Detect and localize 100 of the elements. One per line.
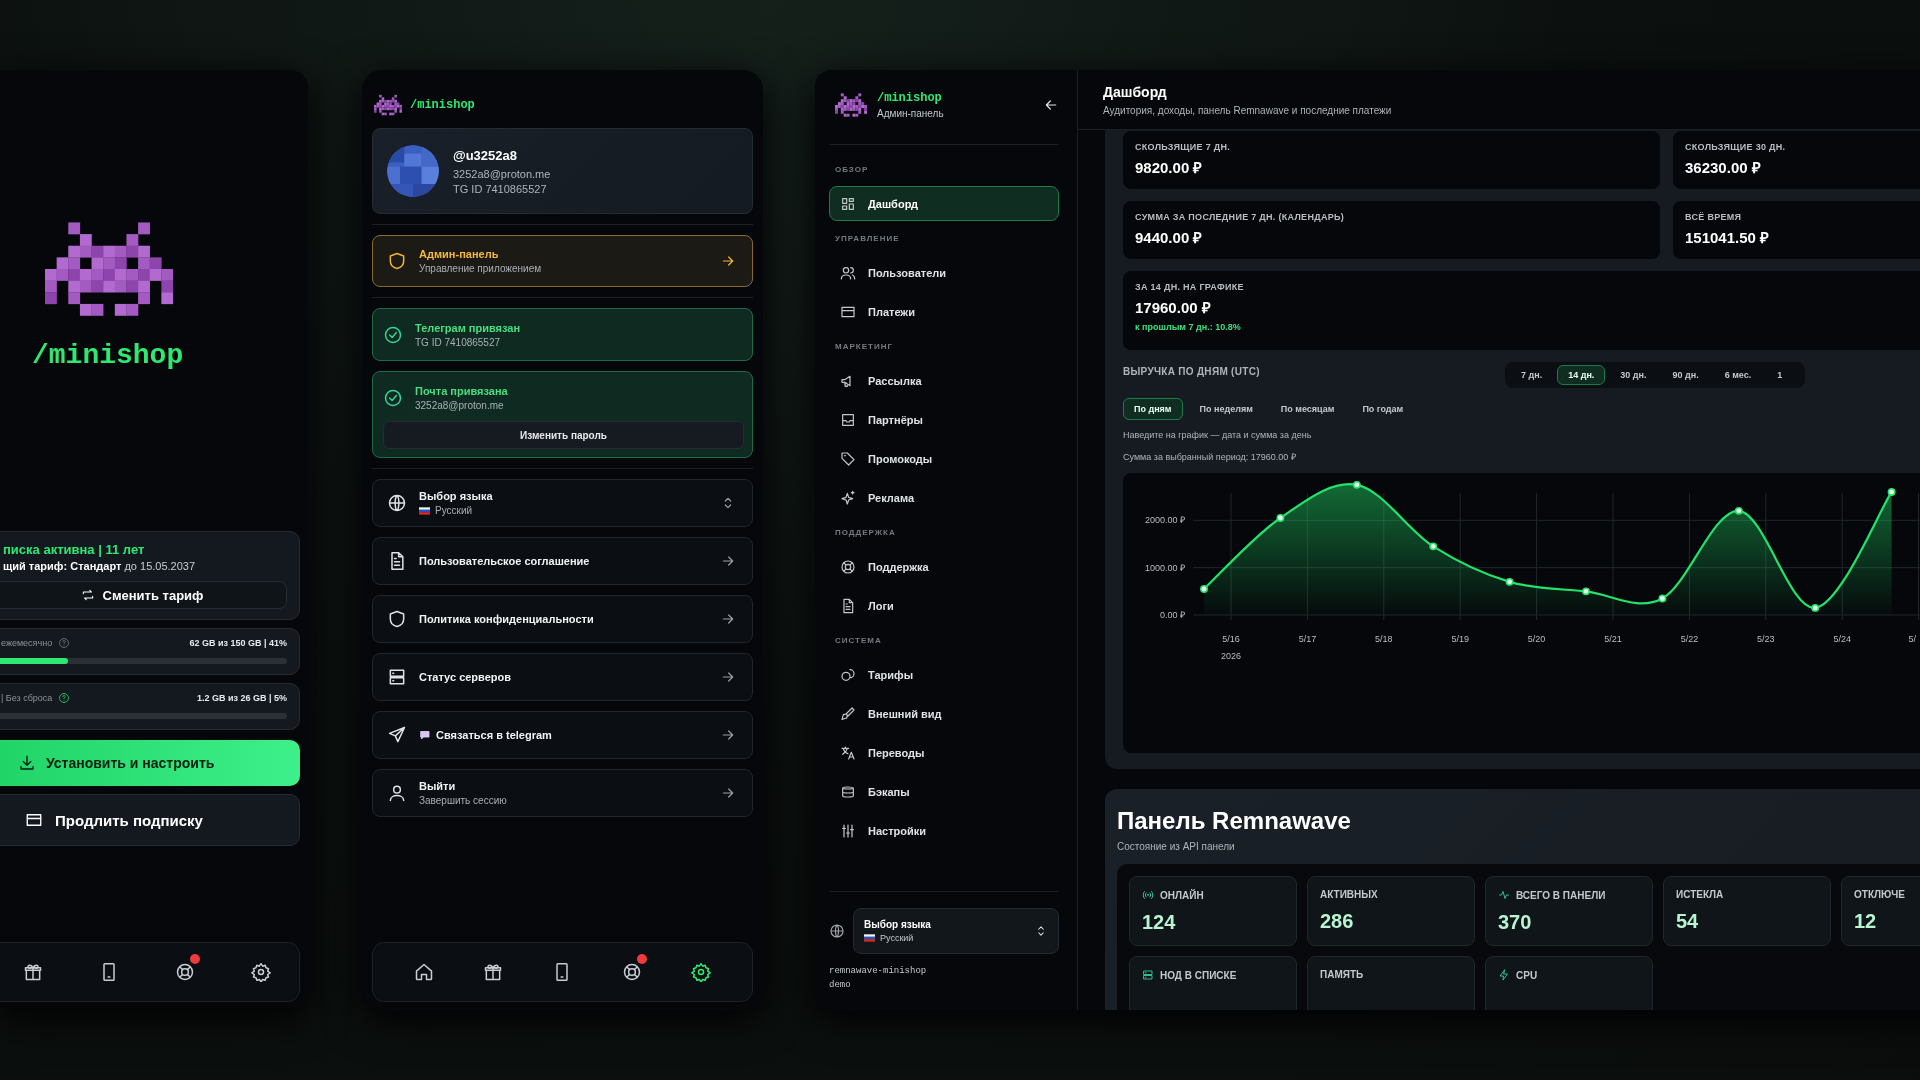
page-title: Дашборд bbox=[1103, 83, 1168, 100]
axis-label: 5/20 bbox=[1527, 634, 1546, 644]
period-tab[interactable]: 7 дн. bbox=[1510, 365, 1554, 385]
user-icon bbox=[387, 783, 407, 803]
home-icon[interactable] bbox=[413, 962, 434, 982]
traffic-label: ежемесячно bbox=[1, 638, 53, 648]
section-title: ВЫРУЧКА ПО ДНЯМ (UTC) bbox=[1123, 365, 1260, 377]
card-icon bbox=[25, 811, 43, 829]
settings-icon[interactable] bbox=[251, 962, 271, 982]
period-tab[interactable]: 14 дн. bbox=[1557, 365, 1606, 385]
sidebar-item[interactable]: Промокоды bbox=[829, 441, 1059, 476]
menu-item-title: Выбор языка bbox=[419, 490, 494, 502]
telegram-id: TG ID 7410865527 bbox=[453, 182, 548, 195]
stat-label: СКОЛЬЗЯЩИЕ 7 ДН. bbox=[1135, 142, 1232, 152]
traffic-reading: 62 GB из 150 GB | 41% bbox=[189, 638, 287, 648]
period-tab[interactable]: 30 дн. bbox=[1609, 365, 1658, 385]
mode-tab[interactable]: По месяцам bbox=[1269, 398, 1346, 420]
sidebar-item[interactable]: Логи bbox=[829, 588, 1059, 623]
traffic-reading: 1.2 GB из 26 GB | 5% bbox=[196, 693, 287, 703]
data-point[interactable] bbox=[1811, 603, 1820, 612]
brand-name: /minishop bbox=[410, 98, 475, 112]
sidebar-item[interactable]: Платежи bbox=[829, 294, 1059, 329]
panel-subtitle: Состояние из API панели bbox=[1117, 841, 1236, 852]
sidebar-item[interactable]: Поддержка bbox=[829, 549, 1059, 584]
document-icon bbox=[840, 597, 856, 614]
lifebuoy-icon[interactable] bbox=[621, 962, 642, 982]
stat-value: 36230.00 ₽ bbox=[1685, 158, 1762, 177]
menu-item[interactable]: Пользовательское соглашение bbox=[372, 537, 753, 585]
menu-item[interactable]: Выйти Завершить сессию bbox=[372, 769, 753, 817]
axis-label: 5/17 bbox=[1298, 634, 1317, 644]
data-point[interactable] bbox=[1276, 514, 1285, 522]
gift-icon[interactable] bbox=[483, 962, 504, 982]
repeat-icon bbox=[80, 588, 95, 602]
sliders-icon bbox=[840, 822, 856, 839]
axis-label: 2026 bbox=[1221, 651, 1241, 661]
period-tab[interactable]: 90 дн. bbox=[1661, 365, 1710, 385]
arrow-icon bbox=[720, 785, 736, 801]
stat-value: 151041.50 ₽ bbox=[1685, 228, 1771, 247]
menu-item[interactable]: Политика конфиденциальности bbox=[372, 595, 753, 643]
sidebar-item[interactable]: Внешний вид bbox=[829, 696, 1059, 731]
help-icon[interactable] bbox=[58, 692, 71, 704]
data-point[interactable] bbox=[1505, 577, 1514, 586]
sidebar-item[interactable]: Бэкапы bbox=[829, 774, 1059, 809]
data-point[interactable] bbox=[1658, 594, 1667, 603]
help-icon[interactable] bbox=[58, 637, 71, 649]
sidebar-item[interactable]: Партнёры bbox=[829, 402, 1059, 437]
mode-tab[interactable]: По дням bbox=[1123, 398, 1183, 420]
mode-tab[interactable]: По годам bbox=[1351, 398, 1415, 420]
tile-label: ОНЛАЙН bbox=[1160, 889, 1204, 901]
data-point[interactable] bbox=[1734, 506, 1743, 515]
arrow-icon bbox=[720, 553, 736, 569]
brush-icon bbox=[840, 705, 856, 722]
menu-item[interactable]: Связаться в telegram bbox=[372, 711, 753, 759]
menu-item-title: Статус серверов bbox=[419, 671, 513, 683]
change-password-button[interactable]: Изменить пароль bbox=[383, 421, 744, 449]
mode-tab[interactable]: По неделям bbox=[1188, 398, 1264, 420]
sidebar-item[interactable]: Рассылка bbox=[829, 363, 1059, 398]
install-button[interactable]: Установить и настроить bbox=[0, 740, 300, 786]
section-title: ПОДДЕРЖКА bbox=[834, 527, 897, 539]
sidebar-item[interactable]: Дашборд bbox=[829, 186, 1059, 221]
signal-icon bbox=[1142, 889, 1154, 901]
language-select[interactable]: Выбор языка Русский bbox=[372, 479, 753, 527]
section-title: СИСТЕМА bbox=[834, 635, 883, 647]
page-subtitle: Аудитория, доходы, панель Remnawave и последние платежи bbox=[1103, 104, 1393, 116]
username: @u3252a8 bbox=[453, 147, 518, 163]
shield-icon bbox=[387, 251, 407, 271]
sidebar-item[interactable]: Настройки bbox=[829, 813, 1059, 848]
sidebar-item[interactable]: Переводы bbox=[829, 735, 1059, 770]
arrow-icon bbox=[720, 253, 736, 269]
logo-icon bbox=[374, 94, 402, 116]
lifebuoy-icon[interactable] bbox=[175, 962, 195, 982]
sidebar-item[interactable]: Пользователи bbox=[829, 255, 1059, 290]
change-tariff-button[interactable]: Сменить тариф bbox=[0, 581, 287, 609]
tile-label: ОТКЛЮЧЕ bbox=[1854, 889, 1905, 900]
axis-label: 5/18 bbox=[1375, 634, 1393, 644]
back-icon[interactable] bbox=[1043, 97, 1059, 113]
renew-button[interactable]: Продлить подписку bbox=[0, 794, 300, 846]
tile-label: ИСТЕКЛА bbox=[1676, 889, 1724, 900]
gift-icon[interactable] bbox=[23, 962, 43, 982]
chart-hint: Наведите на график — дата и сумма за день bbox=[1123, 430, 1313, 440]
language-select[interactable]: Выбор языка Русский bbox=[853, 908, 1059, 954]
menu-item[interactable]: Статус серверов bbox=[372, 653, 753, 701]
arrow-icon bbox=[720, 727, 736, 743]
axis-label: 5/23 bbox=[1757, 634, 1775, 644]
data-point[interactable] bbox=[1429, 542, 1438, 551]
admin-panel-link[interactable]: Админ-панель Управление приложением bbox=[372, 235, 753, 287]
data-point[interactable] bbox=[1352, 480, 1361, 489]
tile-value: 124 bbox=[1142, 911, 1177, 934]
section-title: ОБЗОР bbox=[834, 164, 870, 176]
period-tab[interactable]: 6 мес. bbox=[1713, 365, 1763, 385]
axis-label: 5/24 bbox=[1833, 634, 1851, 644]
data-point[interactable] bbox=[1582, 587, 1590, 596]
sidebar-item[interactable]: Тарифы bbox=[829, 657, 1059, 692]
data-point[interactable] bbox=[1200, 585, 1208, 593]
period-tab[interactable]: 1 bbox=[1766, 365, 1794, 385]
sidebar-item[interactable]: Реклама bbox=[829, 480, 1059, 515]
settings-icon[interactable] bbox=[691, 962, 712, 982]
activity-icon bbox=[1498, 889, 1510, 901]
panel-title: Панель Remnawave bbox=[1117, 807, 1352, 835]
data-point[interactable] bbox=[1887, 488, 1896, 496]
